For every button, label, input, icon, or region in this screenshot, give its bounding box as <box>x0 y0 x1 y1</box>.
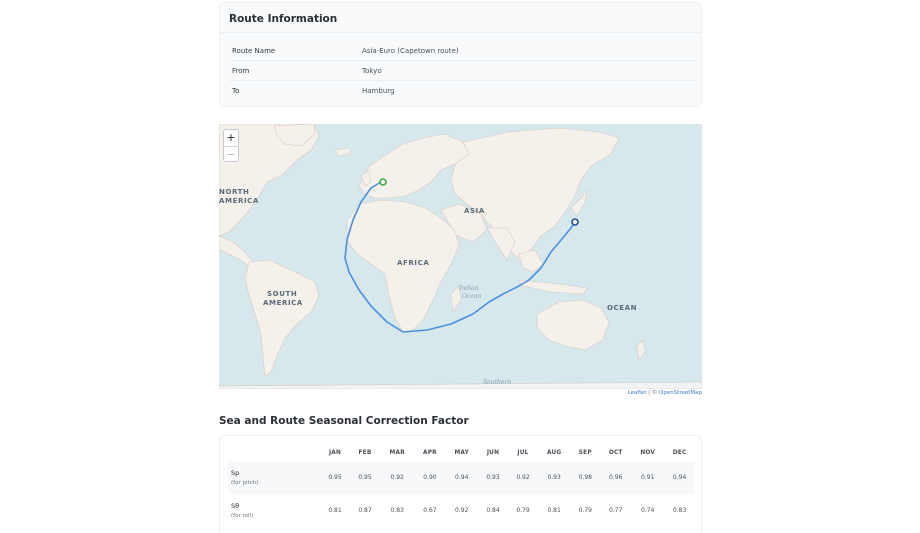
seasonal-section-title: Sea and Route Seasonal Correction Factor <box>219 415 469 427</box>
header-month: MAY <box>454 449 469 456</box>
route-info-title: Route Information <box>229 13 338 25</box>
header-month: DEC <box>672 449 687 456</box>
header-month: JUN <box>486 449 500 456</box>
destination-marker-hamburg[interactable] <box>379 178 387 186</box>
table-cell: 0.92 <box>380 461 415 494</box>
table-cell: 0.90 <box>414 461 446 494</box>
leaflet-link[interactable]: Leaflet <box>628 390 647 396</box>
attribution-separator: | © <box>646 390 659 396</box>
map-label-ocean: OCEAN <box>607 304 637 312</box>
row-header-stheta: Sθ (for roll) <box>228 494 320 527</box>
route-name-value: Asia-Euro (Capetown route) <box>362 47 459 55</box>
header-month: AUG <box>546 449 562 456</box>
header-month: APR <box>423 449 437 456</box>
map-label-south-america-1: SOUTH <box>267 290 297 298</box>
from-value: Tokyo <box>362 67 382 75</box>
table-cell: 0.96 <box>600 461 632 494</box>
antarctica-shape <box>219 381 702 389</box>
zoom-in-button[interactable]: + <box>224 130 238 146</box>
map-attribution: Leaflet | © OpenStreetMap <box>628 390 702 396</box>
table-cell: 0.93 <box>478 461 508 494</box>
row-header-sp: Sp (for pitch) <box>228 461 320 494</box>
table-row-sp: Sp (for pitch) 0.95 0.95 0.92 0.90 0.94 … <box>228 461 695 494</box>
table-cell: 0.74 <box>641 507 655 514</box>
route-name-label: Route Name <box>232 47 276 55</box>
route-info-card: Route Information Route Name Asia-Euro (… <box>219 2 702 107</box>
map-label-north-america-1: NORTH <box>219 188 250 196</box>
table-header-row: JAN FEB MAR APR MAY JUN JUL AUG SEP OCT … <box>228 444 695 461</box>
map-label-asia: ASIA <box>464 207 485 215</box>
table-cell: 0.84 <box>486 507 500 514</box>
seasonal-table: JAN FEB MAR APR MAY JUN JUL AUG SEP OCT … <box>228 444 695 527</box>
table-cell: 0.93 <box>538 461 571 494</box>
map-canvas[interactable]: NORTH AMERICA SOUTH AMERICA ASIA AFRICA … <box>219 124 702 389</box>
zoom-control: + − <box>223 129 239 162</box>
table-cell: 0.95 <box>320 461 350 494</box>
table-cell: 0.92 <box>455 507 469 514</box>
header-month: JAN <box>328 449 342 456</box>
header-month: FEB <box>358 449 372 456</box>
to-value: Hamburg <box>362 87 395 95</box>
header-month: JUL <box>517 449 529 456</box>
from-label: From <box>232 67 250 75</box>
route-map[interactable]: NORTH AMERICA SOUTH AMERICA ASIA AFRICA … <box>219 124 702 389</box>
route-row-to: To Hamburg <box>229 81 696 101</box>
seasonal-table-card: JAN FEB MAR APR MAY JUN JUL AUG SEP OCT … <box>219 435 702 533</box>
south-america-shape <box>244 259 320 377</box>
table-cell: 0.94 <box>445 461 478 494</box>
table-cell: 0.91 <box>631 461 665 494</box>
table-cell: 0.94 <box>664 461 695 494</box>
map-label-indian-ocean-2: Ocean <box>462 293 481 300</box>
map-label-indian-ocean-1: Indian <box>458 285 479 292</box>
table-cell: 0.83 <box>390 507 404 514</box>
central-america-shape <box>219 235 254 267</box>
iceland-shape <box>334 147 352 157</box>
europe-shape <box>358 133 470 199</box>
header-empty-cell <box>228 444 320 461</box>
table-cell: 0.81 <box>328 507 342 514</box>
map-label-africa: AFRICA <box>397 259 429 267</box>
header-month: NOV <box>640 449 656 456</box>
map-label-south-america-2: AMERICA <box>263 299 303 307</box>
to-label: To <box>232 87 240 95</box>
row-subtitle: (for roll) <box>231 513 254 519</box>
table-cell: 0.79 <box>578 507 592 514</box>
asia-shape <box>450 127 620 261</box>
table-cell: 0.92 <box>508 461 538 494</box>
table-cell: 0.83 <box>672 507 687 514</box>
header-month: SEP <box>578 449 592 456</box>
row-name: Sθ <box>231 502 240 510</box>
route-row-from: From Tokyo <box>229 61 696 81</box>
origin-marker-tokyo[interactable] <box>571 218 579 226</box>
table-cell: 0.77 <box>609 507 623 514</box>
new-zealand-shape <box>636 339 646 361</box>
map-label-north-america-2: AMERICA <box>219 197 259 205</box>
header-month: OCT <box>608 449 623 456</box>
divider <box>220 32 701 33</box>
australia-shape <box>536 299 610 351</box>
openstreetmap-link[interactable]: OpenStreetMap <box>659 390 702 396</box>
table-row-stheta: Sθ (for roll) 0.81 0.87 0.83 0.67 0.92 0… <box>228 494 695 527</box>
route-row-name: Route Name Asia-Euro (Capetown route) <box>229 41 696 61</box>
table-cell: 0.87 <box>358 507 372 514</box>
header-month: MAR <box>389 449 405 456</box>
zoom-out-button[interactable]: − <box>224 146 238 161</box>
table-cell: 0.67 <box>423 507 437 514</box>
indonesia-shape <box>518 279 588 295</box>
row-name: Sp <box>231 469 240 477</box>
land-masses <box>219 124 702 389</box>
table-cell: 0.98 <box>570 461 601 494</box>
table-cell: 0.79 <box>516 507 530 514</box>
row-subtitle: (for pitch) <box>231 480 259 486</box>
table-cell: 0.95 <box>350 461 380 494</box>
table-cell: 0.81 <box>547 507 561 514</box>
map-label-southern: Southern <box>483 379 511 386</box>
